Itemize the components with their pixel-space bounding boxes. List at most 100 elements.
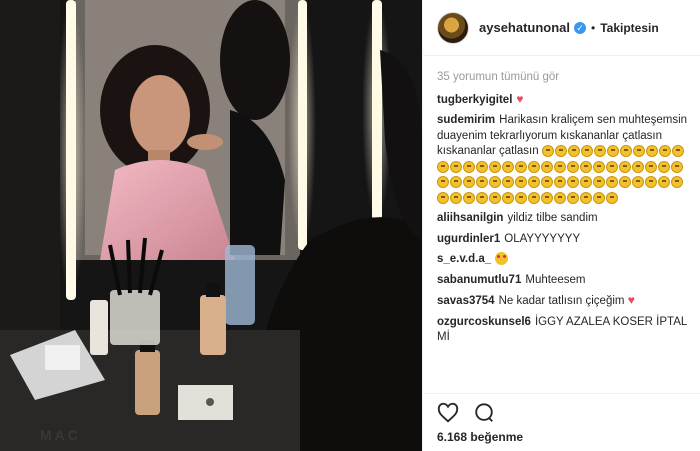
drooling-face-emoji-icon (580, 191, 592, 204)
actions-divider (423, 393, 700, 394)
drooling-face-emoji-icon (671, 176, 683, 189)
drooling-face-emoji-icon (567, 176, 579, 189)
drooling-face-emoji-icon (606, 176, 618, 189)
drooling-face-emoji-icon (489, 176, 501, 189)
drooling-face-emoji-icon (528, 176, 540, 189)
verified-badge-icon: ✓ (574, 21, 587, 34)
drooling-face-emoji-icon (671, 145, 684, 158)
drooling-face-emoji-icon (593, 160, 605, 173)
header-separator: • (591, 20, 596, 35)
drooling-face-emoji-icon (515, 191, 527, 204)
drooling-face-emoji-icon (632, 176, 644, 189)
drooling-face-emoji-icon (606, 160, 618, 173)
comment-text: Ne kadar tatlısın çiçeğim (498, 295, 625, 307)
comment-item: sudemirim Harikasın kraliçem sen muhteşem… (437, 113, 692, 206)
follow-status-button[interactable]: Takiptesin (600, 21, 658, 35)
comment-text: yildiz tilbe sandim (507, 212, 598, 224)
drooling-face-emoji-icon (645, 160, 657, 173)
drooling-face-emoji-icon (619, 160, 631, 173)
heart-eyes-emoji-icon (495, 252, 509, 266)
drooling-face-emoji-icon (580, 145, 593, 158)
drooling-face-emoji-icon (554, 145, 567, 158)
comment-bubble-icon[interactable] (473, 402, 495, 424)
comment-username[interactable]: sabanumutlu71 (437, 274, 521, 286)
comment-item: ugurdinler1 OLAYYYYYYY (437, 232, 692, 248)
drooling-face-emoji-icon (463, 176, 475, 189)
drooling-face-emoji-icon (593, 191, 605, 204)
comment-username[interactable]: tugberkyigitel (437, 94, 512, 106)
comments-list: 35 yorumun tümünü gör tugberkyigitel ♥ su… (437, 70, 692, 390)
drooling-face-emoji-icon (606, 145, 619, 158)
comment-item: ozgurcoskunsel6 İGGY AZALEA KOSER İPTAL M… (437, 315, 692, 346)
drooling-face-emoji-icon (593, 145, 606, 158)
drooling-face-emoji-icon (593, 176, 605, 189)
avatar[interactable] (437, 11, 469, 44)
drooling-face-emoji-icon (463, 160, 475, 173)
post-photo[interactable]: MAC (0, 0, 422, 451)
drooling-face-emoji-icon (541, 160, 553, 173)
comment-item: aliihsanilgin yildiz tilbe sandim (437, 211, 692, 227)
drooling-face-emoji-icon (658, 145, 671, 158)
comment-username[interactable]: sudemirim (437, 114, 495, 126)
drooling-face-emoji-icon (437, 160, 449, 173)
drooling-face-emoji-icon (567, 160, 579, 173)
view-all-comments-link[interactable]: 35 yorumun tümünü gör (437, 70, 692, 86)
drooling-face-emoji-icon (554, 176, 566, 189)
drooling-face-emoji-icon (567, 145, 580, 158)
drooling-face-emoji-icon (606, 191, 618, 204)
drooling-face-emoji-icon (658, 160, 670, 173)
drooling-face-emoji-icon (437, 176, 449, 189)
drooling-face-emoji-icon (450, 191, 462, 204)
post-actions (437, 402, 495, 424)
drooling-face-emoji-icon (632, 160, 644, 173)
drooling-face-emoji-icon (632, 145, 645, 158)
comment-item: savas3754 Ne kadar tatlısın çiçeğim ♥ (437, 293, 692, 310)
comment-item: s_e.v.d.a_ (437, 252, 692, 268)
drooling-face-emoji-icon (541, 176, 553, 189)
drooling-face-emoji-icon (489, 191, 501, 204)
drooling-face-emoji-icon (502, 160, 514, 173)
comment-username[interactable]: ozgurcoskunsel6 (437, 316, 531, 328)
drooling-face-emoji-icon (541, 145, 554, 158)
drooling-face-emoji-icon (502, 191, 514, 204)
drooling-face-emoji-icon (645, 176, 657, 189)
drooling-face-emoji-icon (476, 176, 488, 189)
drooling-face-emoji-icon (450, 176, 462, 189)
post-sidebar: aysehatunonal ✓ • Takiptesin 35 yorumun … (422, 0, 700, 451)
drooling-face-emoji-icon (528, 191, 540, 204)
comment-username[interactable]: aliihsanilgin (437, 212, 503, 224)
drooling-face-emoji-icon (580, 176, 592, 189)
comment-item: sabanumutlu71 Muhteesem (437, 273, 692, 289)
comment-text: OLAYYYYYYY (504, 232, 581, 245)
comment-item: tugberkyigitel ♥ (437, 92, 692, 109)
drooling-face-emoji-icon (619, 145, 632, 158)
drooling-face-emoji-icon (580, 160, 592, 173)
table-brand-text: MAC (40, 427, 81, 443)
heart-outline-icon[interactable] (437, 402, 459, 424)
drooling-face-emoji-icon (671, 160, 683, 173)
post-username[interactable]: aysehatunonal (479, 20, 570, 35)
comment-text: Muhteesem (525, 273, 586, 286)
drooling-face-emoji-icon (502, 176, 514, 189)
comment-username[interactable]: savas3754 (437, 295, 495, 307)
drooling-face-emoji-icon (515, 176, 527, 189)
drooling-face-emoji-icon (567, 191, 579, 204)
drooling-face-emoji-icon (554, 191, 566, 204)
drooling-face-emoji-icon (476, 160, 488, 173)
drooling-face-emoji-icon (554, 160, 566, 173)
drooling-face-emoji-icon (645, 145, 658, 158)
drooling-face-emoji-icon (450, 160, 462, 173)
drooling-face-emoji-icon (515, 160, 527, 173)
heart-emoji-icon: ♥ (516, 91, 524, 106)
comment-username[interactable]: s_e.v.d.a_ (437, 253, 491, 265)
likes-count[interactable]: 6.168 beğenme (437, 430, 523, 444)
drooling-face-emoji-icon (658, 176, 670, 189)
comment-username[interactable]: ugurdinler1 (437, 233, 500, 245)
drooling-face-emoji-icon (619, 176, 631, 189)
drooling-face-emoji-icon (541, 191, 553, 204)
photo-illustration: MAC (0, 0, 422, 451)
drooling-face-emoji-icon (437, 191, 449, 204)
drooling-face-emoji-icon (463, 191, 475, 204)
post-header: aysehatunonal ✓ • Takiptesin (423, 0, 700, 56)
drooling-face-emoji-icon (528, 160, 540, 173)
